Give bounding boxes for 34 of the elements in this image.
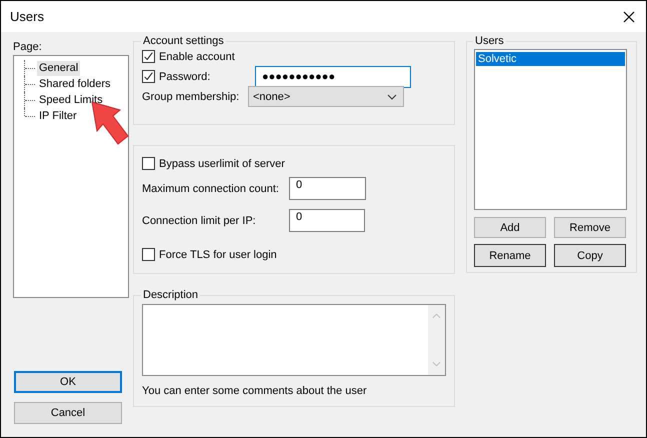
page-label: Page: [13, 41, 43, 55]
user-action-button[interactable]: Add [474, 217, 546, 238]
password-field[interactable]: ●●●●●●●●●●● [255, 66, 411, 88]
user-action-button[interactable]: Copy [554, 244, 626, 267]
input-field[interactable]: 0 [289, 177, 366, 200]
field-label: Group membership: [142, 90, 240, 102]
close-icon[interactable] [623, 10, 635, 22]
user-action-button[interactable]: Remove [554, 217, 626, 238]
ok-button[interactable]: OK [14, 371, 122, 393]
checkbox[interactable] [142, 70, 155, 83]
checkbox-label: Enable account [159, 50, 235, 62]
tree-item[interactable]: IP Filter [37, 108, 79, 124]
input-field[interactable]: 0 [289, 209, 365, 232]
checkbox-label: Force TLS for user login [159, 248, 277, 260]
tree-item[interactable]: Shared folders [37, 76, 113, 92]
field-label: Connection limit per IP: [142, 214, 257, 226]
checkbox-label: Password: [159, 70, 212, 82]
tree-item[interactable]: General [37, 60, 80, 76]
field-label: Maximum connection count: [142, 182, 280, 194]
group-title: Account settings [142, 35, 225, 47]
chevron-down-icon [387, 94, 397, 100]
group-title: Users [474, 35, 505, 47]
user-action-button[interactable]: Rename [474, 244, 546, 267]
user-item[interactable]: Solvetic [476, 52, 625, 66]
group-dropdown[interactable]: <none> [248, 86, 404, 107]
checkbox[interactable] [142, 157, 155, 170]
window-title: Users [10, 9, 44, 24]
tree-item[interactable]: Speed Limits [37, 92, 105, 108]
group-title: Description [142, 289, 200, 301]
checkbox[interactable] [142, 50, 155, 63]
checkbox-label: Bypass userlimit of server [159, 158, 285, 170]
checkbox[interactable] [142, 248, 155, 261]
cancel-button[interactable]: Cancel [14, 402, 122, 424]
description-hint: You can enter some comments about the user [142, 385, 368, 397]
